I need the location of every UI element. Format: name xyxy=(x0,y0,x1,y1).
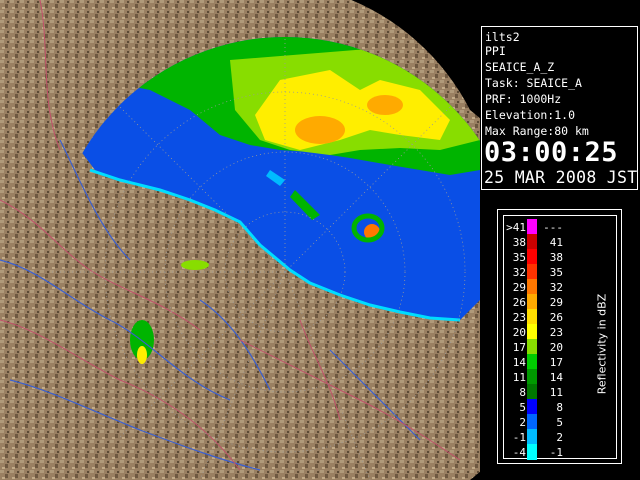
land-echo-core xyxy=(137,346,147,364)
legend-color-swatch xyxy=(527,324,537,340)
station-name: ilts2 xyxy=(485,30,520,44)
legend-color-swatch xyxy=(527,294,537,310)
reflectivity-legend: >41 --- 38 41 35 38 32 35 29 32 26 29 23 26 20 23 17 20 14… xyxy=(497,209,622,464)
legend-color-swatch xyxy=(527,279,537,295)
legend-color-swatch xyxy=(527,234,537,250)
legend-color-swatch xyxy=(527,219,537,235)
precip-cell-orange-2 xyxy=(367,95,403,115)
max-range-value: Max Range:80 km xyxy=(485,124,589,138)
legend-lower-bound: -4 xyxy=(512,446,526,459)
radar-info-panel: ilts2 PPI SEAICE_A_Z Task: SEAICE_A PRF:… xyxy=(481,26,638,190)
legend-frame: >41 --- 38 41 35 38 32 35 29 32 26 29 23 26 20 23 17 20 14… xyxy=(503,215,617,461)
legend-color-swatch xyxy=(527,369,537,385)
radar-ppi-display xyxy=(0,0,480,480)
product-type: PPI xyxy=(485,44,506,58)
legend-unit-text: Reflectivity in dBZ xyxy=(595,293,609,395)
legend-row: -4 -1 xyxy=(504,444,574,461)
legend-color-swatch xyxy=(527,414,537,430)
scan-date: 25 MAR 2008 JST xyxy=(484,168,638,187)
legend-color-swatch xyxy=(527,264,537,280)
legend-color-swatch xyxy=(527,429,537,445)
legend-color-swatch xyxy=(527,444,537,460)
elevation-value: Elevation:1.0 xyxy=(485,108,576,122)
legend-color-swatch xyxy=(527,354,537,370)
precip-cell-orange xyxy=(295,116,345,144)
legend-color-swatch xyxy=(527,384,537,400)
legend-unit-label: Reflectivity in dBZ xyxy=(592,274,612,414)
legend-color-swatch xyxy=(527,339,537,355)
land-echo-2 xyxy=(181,260,209,270)
task-name: Task: SEAICE_A xyxy=(485,76,582,90)
scan-time: 03:00:25 xyxy=(484,137,619,168)
radar-map-svg xyxy=(0,0,480,480)
product-name: SEAICE_A_Z xyxy=(485,60,555,74)
prf-value: PRF: 1000Hz xyxy=(485,92,562,106)
legend-color-swatch xyxy=(527,309,537,325)
legend-upper-bound: -1 xyxy=(549,446,563,459)
legend-color-swatch xyxy=(527,399,537,415)
legend-color-swatch xyxy=(527,249,537,265)
